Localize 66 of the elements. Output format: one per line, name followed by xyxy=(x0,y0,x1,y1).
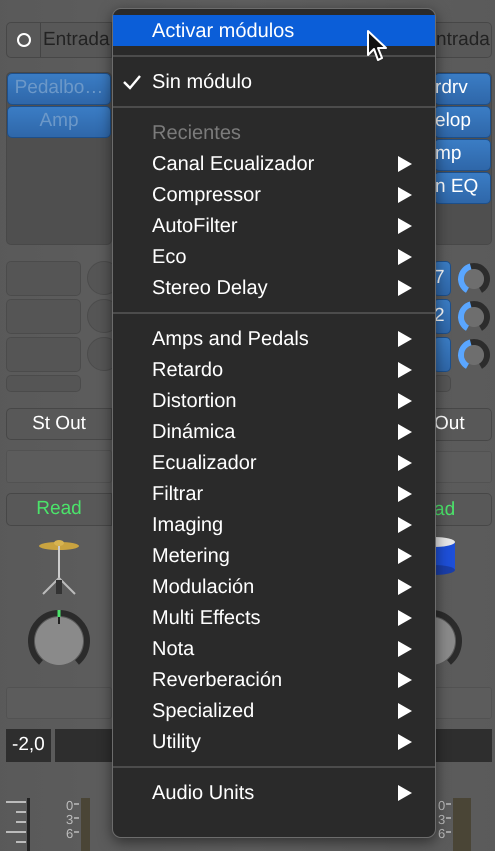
menu-item[interactable]: Nota xyxy=(113,633,435,664)
automation-button[interactable]: ad xyxy=(433,493,492,526)
submenu-arrow-icon xyxy=(397,248,413,264)
menu-item[interactable]: Canal Ecualizador xyxy=(113,148,435,179)
group-slot[interactable] xyxy=(6,686,112,720)
group-slot[interactable] xyxy=(433,450,492,484)
menu-item[interactable]: Eco xyxy=(113,241,435,272)
menu-item[interactable]: AutoFilter xyxy=(113,210,435,241)
scale-label: 3 xyxy=(438,813,446,828)
submenu-arrow-icon xyxy=(397,578,413,594)
submenu-arrow-icon xyxy=(397,392,413,408)
menu-item[interactable]: Multi Effects xyxy=(113,602,435,633)
submenu-arrow-icon xyxy=(397,734,413,750)
menu-item[interactable]: Audio Units xyxy=(113,777,435,808)
fader-scale-icon xyxy=(6,798,32,851)
submenu-arrow-icon xyxy=(397,280,413,296)
menu-item[interactable]: Activar módulos xyxy=(113,15,435,46)
menu-item[interactable]: Specialized xyxy=(113,695,435,726)
group-slot[interactable] xyxy=(433,686,492,720)
menu-item[interactable]: Sin módulo xyxy=(113,66,435,97)
submenu-arrow-icon xyxy=(397,640,413,656)
cymbal-icon xyxy=(37,538,81,596)
cursor-icon xyxy=(366,29,390,63)
scale-label: 3 xyxy=(66,813,74,827)
menu-item[interactable]: Retardo xyxy=(113,354,435,385)
menu-item[interactable]: Compressor xyxy=(113,179,435,210)
menu-item[interactable]: Reverberación xyxy=(113,664,435,695)
menu-header: Recientes xyxy=(151,120,242,146)
group-slot[interactable] xyxy=(6,450,112,483)
submenu-arrow-icon xyxy=(397,702,413,718)
submenu-arrow-icon xyxy=(397,218,413,234)
scale-label: 0 xyxy=(66,799,74,813)
level-meter xyxy=(81,798,90,851)
menu-item[interactable]: Utility xyxy=(113,726,435,757)
menu-item[interactable]: Filtrar xyxy=(113,478,435,509)
plugin-slot[interactable]: rdrv xyxy=(434,72,491,105)
plugin-slot[interactable]: mp xyxy=(434,138,491,171)
plugin-slot[interactable]: n EQ xyxy=(434,172,491,204)
submenu-arrow-icon xyxy=(397,186,413,202)
submenu-arrow-icon xyxy=(397,156,413,172)
submenu-arrow-icon xyxy=(397,424,413,440)
submenu-arrow-icon xyxy=(397,454,413,470)
menu-item[interactable]: Imaging xyxy=(113,509,435,540)
menu-item[interactable]: Metering xyxy=(113,540,435,571)
submenu-arrow-icon xyxy=(397,362,413,378)
submenu-arrow-icon xyxy=(397,672,413,688)
menu-item[interactable]: Dinámica xyxy=(113,416,435,447)
output-button[interactable]: St Out xyxy=(6,408,112,440)
menu-item[interactable]: Distortion xyxy=(113,385,435,416)
scale-label: 6 xyxy=(66,827,74,841)
submenu-arrow-icon xyxy=(397,486,413,502)
level-meter xyxy=(453,798,472,851)
submenu-arrow-icon xyxy=(397,330,413,346)
plugin-slot[interactable]: elop xyxy=(434,106,491,138)
scale-label: 0 xyxy=(438,799,446,814)
menu-item[interactable]: Stereo Delay xyxy=(113,272,435,303)
menu-item[interactable]: Amps and Pedals xyxy=(113,323,435,354)
submenu-arrow-icon xyxy=(397,784,413,800)
submenu-arrow-icon xyxy=(397,610,413,626)
submenu-arrow-icon xyxy=(397,548,413,564)
submenu-arrow-icon xyxy=(397,516,413,532)
automation-button[interactable]: Read xyxy=(6,493,112,526)
menu-item[interactable]: Modulación xyxy=(113,571,435,602)
menu-item[interactable]: Ecualizador xyxy=(113,447,435,478)
volume-field[interactable]: -2,0 xyxy=(6,729,51,762)
scale-label: 6 xyxy=(438,827,446,842)
